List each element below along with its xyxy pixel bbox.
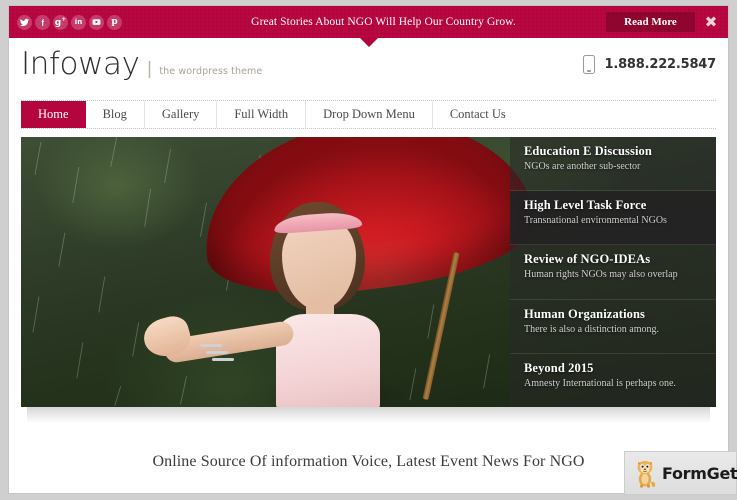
logo[interactable]: Infoway | the wordpress theme: [21, 46, 262, 82]
slide-subtitle: Amnesty International is perhaps one.: [524, 377, 676, 389]
bangle: [205, 350, 228, 354]
logo-tagline: the wordpress theme: [159, 66, 263, 77]
formget-label: FormGet: [662, 463, 737, 483]
nav-item-contact-us[interactable]: Contact Us: [433, 101, 523, 128]
notification-bar: g+ in p Great Stories About NGO Will Hel…: [9, 6, 728, 38]
slide-title: Review of NGO-IDEAs: [524, 252, 651, 267]
slider-caption-list: Education E Discussion NGOs are another …: [510, 137, 716, 407]
slide-title: Education E Discussion: [524, 144, 652, 158]
phone-contact: 1.888.222.5847: [583, 55, 716, 74]
notification-pointer-arrow: [359, 38, 378, 47]
slide-subtitle: Human rights NGOs may also overlap: [524, 269, 678, 281]
slide-subtitle: Transnational environmental NGOs: [524, 215, 667, 227]
site-header: Infoway | the wordpress theme 1.888.222.…: [9, 38, 728, 100]
close-icon[interactable]: ✖: [703, 13, 719, 31]
slide-subtitle: NGOs are another sub-sector: [524, 161, 641, 172]
slide-subtitle: There is also a distinction among.: [524, 323, 659, 335]
slider-drop-shadow: [27, 407, 710, 423]
browser-page: g+ in p Great Stories About NGO Will Hel…: [8, 5, 729, 494]
formget-watermark[interactable]: FormGet: [624, 451, 737, 495]
bangle: [199, 343, 222, 347]
girl-figure: [139, 201, 445, 407]
nav-item-full-width[interactable]: Full Width: [217, 101, 307, 128]
nav-item-drop-down-menu[interactable]: Drop Down Menu: [306, 101, 433, 128]
nav-item-gallery[interactable]: Gallery: [145, 101, 218, 128]
slide-title: Human Organizations: [524, 306, 646, 321]
footer-tagline-bar: Online Source Of information Voice, Late…: [9, 431, 728, 493]
logo-separator: |: [146, 59, 153, 79]
slide-item-education-e-discussion[interactable]: Education E Discussion NGOs are another …: [510, 137, 716, 192]
slide-title: High Level Task Force: [524, 198, 647, 213]
slider-viewport[interactable]: Education E Discussion NGOs are another …: [21, 137, 716, 407]
mobile-phone-icon: [583, 55, 596, 74]
nav-item-blog[interactable]: Blog: [86, 101, 145, 128]
main-navigation: Home Blog Gallery Full Width Drop Down M…: [21, 100, 716, 129]
footer-tagline: Online Source Of information Voice, Late…: [152, 453, 585, 470]
phone-number[interactable]: 1.888.222.5847: [604, 57, 716, 72]
slide-title: Beyond 2015: [524, 360, 594, 375]
page-background: g+ in p Great Stories About NGO Will Hel…: [0, 0, 737, 500]
bangle: [211, 357, 234, 361]
read-more-button[interactable]: Read More: [606, 12, 695, 32]
slide-item-beyond-2015[interactable]: Beyond 2015 Amnesty International is per…: [510, 354, 716, 407]
tiger-cub-mascot-icon: [632, 458, 658, 488]
slide-item-review-of-ngo-ideas[interactable]: Review of NGO-IDEAs Human rights NGOs ma…: [510, 245, 716, 300]
slide-item-high-level-task-force[interactable]: High Level Task Force Transnational envi…: [510, 191, 716, 246]
nav-item-home[interactable]: Home: [21, 101, 86, 128]
hero-slider: Education E Discussion NGOs are another …: [21, 137, 716, 423]
logo-text: Infoway: [21, 46, 140, 82]
slide-item-human-organizations[interactable]: Human Organizations There is also a dist…: [510, 300, 716, 354]
